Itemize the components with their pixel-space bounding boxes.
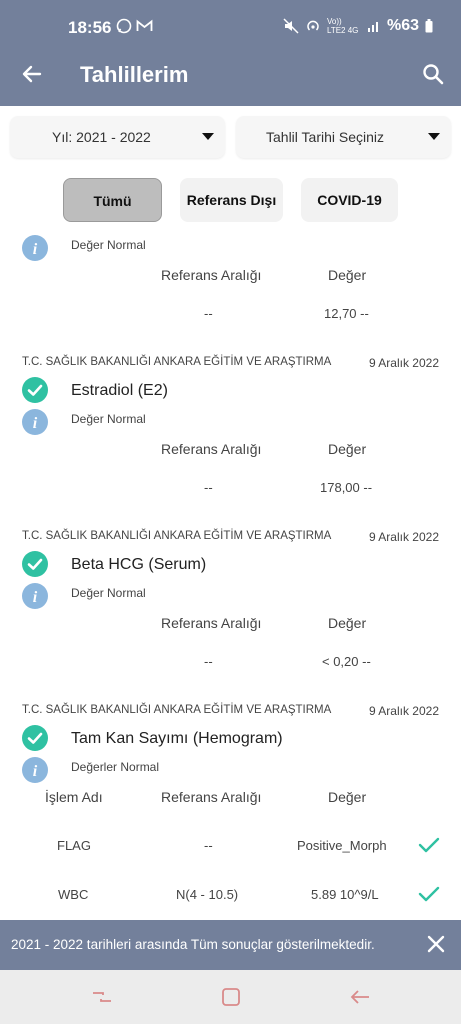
- status-bar: 18:56 Vo)) LTE2 4G %63: [0, 0, 461, 44]
- filter-tabs: Tümü Referans Dışı COVID-19: [0, 178, 461, 224]
- result-value: < 0,20 --: [322, 654, 371, 669]
- tab-out-of-range[interactable]: Referans Dışı: [180, 178, 283, 222]
- back-arrow-icon[interactable]: [20, 62, 44, 86]
- svg-text:i: i: [33, 241, 38, 258]
- svg-text:i: i: [33, 589, 38, 606]
- ref-value: N(4 - 10.5): [176, 887, 239, 902]
- ref-value: --: [204, 654, 213, 669]
- back-nav-icon[interactable]: [348, 985, 372, 1009]
- status-right: Vo)) LTE2 4G %63: [283, 17, 433, 35]
- info-icon[interactable]: i: [22, 235, 48, 261]
- result-value: Positive_Morph: [297, 838, 387, 853]
- result-date: 9 Aralık 2022: [368, 704, 439, 718]
- notification-icons: [116, 18, 153, 36]
- battery-icon: [425, 19, 433, 33]
- info-toast: 2021 - 2022 tarihleri arasında Tüm sonuç…: [0, 920, 461, 970]
- whatsapp-icon: [116, 18, 132, 34]
- ref-header: Referans Aralığı: [161, 267, 262, 283]
- param-name: FLAG: [57, 838, 91, 853]
- hospital-name: T.C. SAĞLIK BAKANLIĞI ANKARA EĞİTİM VE A…: [22, 356, 332, 368]
- test-name: Estradiol (E2): [71, 382, 168, 399]
- name-header: İşlem Adı: [45, 789, 103, 805]
- test-name: Tam Kan Sayımı (Hemogram): [71, 730, 283, 747]
- app-bar: Tahlillerim: [0, 44, 461, 106]
- result-note: Değerler Normal: [71, 760, 160, 774]
- recent-apps-icon[interactable]: [90, 985, 114, 1009]
- hospital-name: T.C. SAĞLIK BAKANLIĞI ANKARA EĞİTİM VE A…: [22, 530, 332, 542]
- ref-header: Referans Aralığı: [161, 441, 262, 457]
- ref-header: Referans Aralığı: [161, 615, 262, 631]
- result-date: 9 Aralık 2022: [368, 530, 439, 544]
- result-note: Değer Normal: [71, 238, 146, 252]
- result-value: 178,00 --: [320, 480, 373, 495]
- result-note: Değer Normal: [71, 412, 146, 426]
- year-dropdown-label: Yıl: 2021 - 2022: [52, 129, 151, 145]
- hotspot-icon: [307, 20, 319, 31]
- ref-header: Referans Aralığı: [161, 789, 262, 805]
- param-name: WBC: [58, 887, 89, 902]
- ref-value: --: [204, 306, 213, 321]
- network-label: Vo)) LTE2 4G: [326, 17, 359, 35]
- date-dropdown-label: Tahlil Tarihi Seçiniz: [266, 129, 385, 145]
- mute-icon: [283, 18, 299, 34]
- chevron-down-icon: [428, 133, 440, 140]
- hospital-name: T.C. SAĞLIK BAKANLIĞI ANKARA EĞİTİM VE A…: [22, 704, 332, 716]
- result-date: 9 Aralık 2022: [368, 356, 439, 370]
- tab-all[interactable]: Tümü: [63, 178, 162, 222]
- toast-message: 2021 - 2022 tarihleri arasında Tüm sonuç…: [11, 937, 375, 952]
- value-header: Değer: [328, 267, 367, 283]
- battery-percent: %63: [386, 17, 419, 34]
- value-header: Değer: [328, 789, 367, 805]
- check-circle-icon: [22, 725, 48, 751]
- chevron-down-icon: [202, 133, 214, 140]
- close-icon[interactable]: [427, 935, 445, 953]
- result-value: 12,70 --: [324, 306, 369, 321]
- info-icon[interactable]: i: [22, 757, 48, 783]
- system-nav-bar: [0, 970, 461, 1024]
- checkmark-icon: [418, 837, 440, 853]
- info-icon[interactable]: i: [22, 583, 48, 609]
- date-dropdown[interactable]: Tahlil Tarihi Seçiniz: [236, 116, 451, 158]
- ref-value: --: [204, 838, 213, 853]
- value-header: Değer: [328, 615, 367, 631]
- check-circle-icon: [22, 377, 48, 403]
- page-title: Tahlillerim: [80, 62, 189, 87]
- svg-text:i: i: [33, 415, 38, 432]
- home-icon[interactable]: [219, 985, 243, 1009]
- checkmark-icon: [418, 886, 440, 902]
- check-circle-icon: [22, 551, 48, 577]
- result-value: 5.89 10^9/L: [311, 887, 379, 902]
- tab-covid[interactable]: COVID-19: [301, 178, 398, 222]
- search-icon[interactable]: [421, 62, 445, 86]
- svg-text:i: i: [33, 763, 38, 780]
- value-header: Değer: [328, 441, 367, 457]
- gmail-icon: [136, 19, 153, 31]
- info-icon[interactable]: i: [22, 409, 48, 435]
- year-dropdown[interactable]: Yıl: 2021 - 2022: [10, 116, 225, 158]
- status-time: 18:56: [68, 18, 112, 37]
- results-list[interactable]: i Değer Normal Referans Aralığı Değer --…: [0, 228, 461, 920]
- test-name: Beta HCG (Serum): [71, 556, 207, 573]
- result-note: Değer Normal: [71, 586, 146, 600]
- filter-bar: Yıl: 2021 - 2022 Tahlil Tarihi Seçiniz: [0, 116, 461, 164]
- ref-value: --: [204, 480, 213, 495]
- signal-icon: [367, 22, 378, 32]
